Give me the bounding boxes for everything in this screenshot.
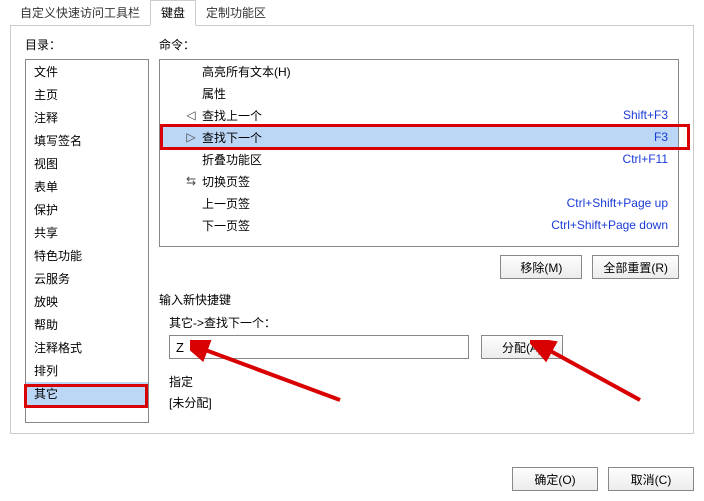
catalog-item[interactable]: 放映 (26, 290, 148, 313)
catalog-item[interactable]: 排列 (26, 359, 148, 382)
command-icon: ◁ (182, 108, 200, 122)
command-item[interactable]: 下一页签Ctrl+Shift+Page down (160, 214, 678, 236)
catalog-item[interactable]: 特色功能 (26, 244, 148, 267)
assigned-label: 指定 (169, 373, 679, 390)
command-label: 下一页签 (200, 217, 551, 234)
command-label: 查找上一个 (200, 107, 623, 124)
catalog-item[interactable]: 填写签名 (26, 129, 148, 152)
command-shortcut: Ctrl+Shift+Page down (551, 218, 668, 232)
catalog-item[interactable]: 保护 (26, 198, 148, 221)
shortcut-input[interactable] (169, 335, 469, 359)
catalog-label: 目录： (25, 36, 149, 53)
command-item[interactable]: 属性 (160, 82, 678, 104)
command-item[interactable]: ▷查找下一个F3 (160, 126, 678, 148)
command-item[interactable]: 上一页签Ctrl+Shift+Page up (160, 192, 678, 214)
unassigned-text: [未分配] (169, 394, 679, 411)
command-shortcut: Ctrl+Shift+Page up (567, 196, 668, 210)
catalog-item[interactable]: 主页 (26, 83, 148, 106)
reset-all-button[interactable]: 全部重置(R) (592, 255, 679, 279)
command-list[interactable]: 高亮所有文本(H)属性◁查找上一个Shift+F3▷查找下一个F3折叠功能区Ct… (159, 59, 679, 247)
command-label: 上一页签 (200, 195, 567, 212)
command-item[interactable]: ⇆切换页签 (160, 170, 678, 192)
catalog-item[interactable]: 文件 (26, 60, 148, 83)
catalog-item[interactable]: 注释 (26, 106, 148, 129)
command-shortcut: Ctrl+F11 (623, 152, 668, 166)
command-shortcut: Shift+F3 (623, 108, 668, 122)
dialog: 自定义快速访问工具栏 键盘 定制功能区 目录： 文件主页注释填写签名视图表单保护… (10, 4, 694, 436)
command-label: 切换页签 (200, 173, 668, 190)
remove-button[interactable]: 移除(M) (500, 255, 582, 279)
tab-bar: 自定义快速访问工具栏 键盘 定制功能区 (10, 4, 694, 26)
catalog-item[interactable]: 视图 (26, 152, 148, 175)
command-shortcut: F3 (654, 130, 668, 144)
catalog-column: 目录： 文件主页注释填写签名视图表单保护共享特色功能云服务放映帮助注释格式排列其… (25, 36, 149, 423)
command-label: 高亮所有文本(H) (200, 63, 668, 80)
dialog-footer: 确定(O) 取消(C) (512, 467, 694, 491)
assign-button[interactable]: 分配(A) (481, 335, 563, 359)
tab-quick-access[interactable]: 自定义快速访问工具栏 (10, 1, 150, 25)
tab-keyboard[interactable]: 键盘 (150, 0, 196, 26)
command-item[interactable]: ◁查找上一个Shift+F3 (160, 104, 678, 126)
catalog-item[interactable]: 表单 (26, 175, 148, 198)
catalog-item[interactable]: 注释格式 (26, 336, 148, 359)
command-label: 查找下一个 (200, 129, 654, 146)
content: 目录： 文件主页注释填写签名视图表单保护共享特色功能云服务放映帮助注释格式排列其… (10, 26, 694, 434)
catalog-list[interactable]: 文件主页注释填写签名视图表单保护共享特色功能云服务放映帮助注释格式排列其它 (25, 59, 149, 423)
command-item[interactable]: 折叠功能区Ctrl+F11 (160, 148, 678, 170)
command-label: 折叠功能区 (200, 151, 623, 168)
catalog-item[interactable]: 云服务 (26, 267, 148, 290)
command-label: 命令： (159, 36, 679, 53)
command-icon: ▷ (182, 130, 200, 144)
command-item[interactable]: 高亮所有文本(H) (160, 60, 678, 82)
command-icon: ⇆ (182, 174, 200, 188)
cancel-button[interactable]: 取消(C) (608, 467, 694, 491)
ok-button[interactable]: 确定(O) (512, 467, 598, 491)
catalog-item[interactable]: 共享 (26, 221, 148, 244)
new-shortcut-label: 输入新快捷键 (159, 291, 679, 308)
catalog-item[interactable]: 帮助 (26, 313, 148, 336)
command-label: 属性 (200, 85, 668, 102)
command-column: 命令： 高亮所有文本(H)属性◁查找上一个Shift+F3▷查找下一个F3折叠功… (159, 36, 679, 423)
command-path: 其它->查找下一个： (169, 314, 679, 331)
tab-customize-ribbon[interactable]: 定制功能区 (196, 1, 276, 25)
catalog-item[interactable]: 其它 (26, 382, 148, 405)
